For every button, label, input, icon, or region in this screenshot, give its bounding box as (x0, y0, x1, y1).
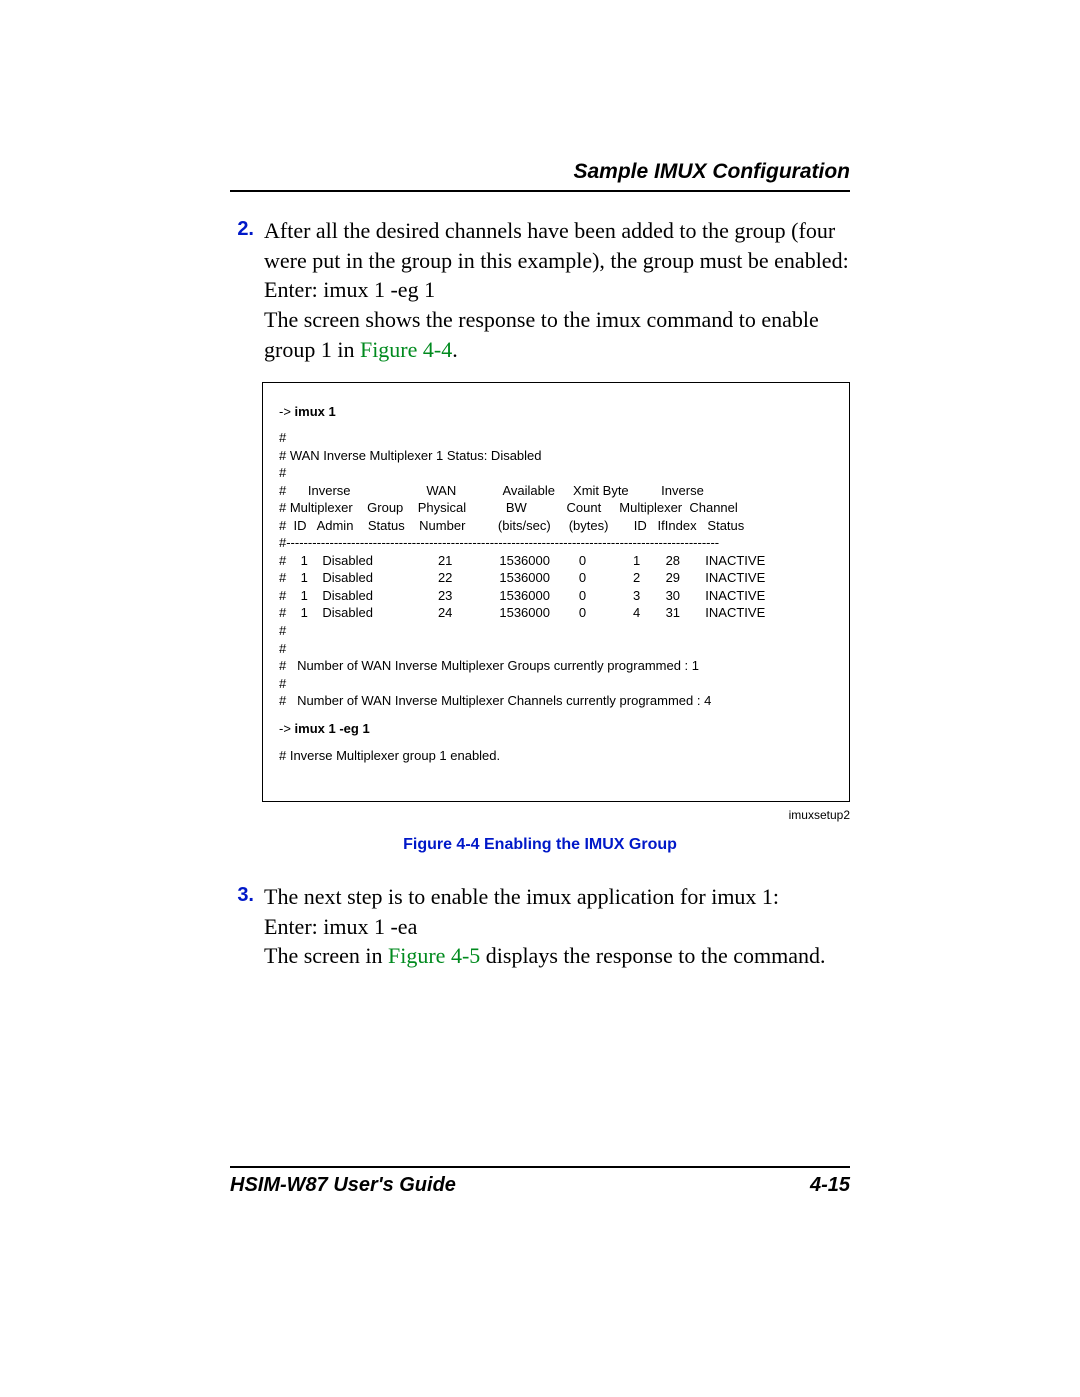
step-2-para2-post: . (452, 337, 458, 362)
table-header: # Inverse WAN Available Xmit Byte Invers… (279, 482, 833, 552)
step-2-number: 2. (230, 216, 254, 364)
section-header: Sample IMUX Configuration (230, 160, 850, 192)
step-3-cmd: Enter: imux 1 -ea (264, 914, 417, 939)
figure-4-4-caption: Figure 4-4 Enabling the IMUX Group (230, 836, 850, 854)
step-2-para1: After all the desired channels have been… (264, 218, 849, 273)
step-3-number: 3. (230, 882, 254, 971)
table-row: # 1 Disabled 22 1536000 0 2 29 INACTIVE (279, 569, 833, 587)
prompt-1-pre: -> (279, 404, 295, 419)
table-row: # 1 Disabled 23 1536000 0 3 30 INACTIVE (279, 587, 833, 605)
step-3-body: The next step is to enable the imux appl… (264, 882, 850, 971)
page: Sample IMUX Configuration 2. After all t… (0, 0, 1080, 1397)
footer-page-number: 4-15 (810, 1174, 850, 1197)
step-2-body: After all the desired channels have been… (264, 216, 850, 364)
code-box-label: imuxsetup2 (262, 808, 850, 822)
footer-guide-title: HSIM-W87 User's Guide (230, 1174, 456, 1197)
prompt-1-cmd: imux 1 (295, 404, 336, 419)
prompt-2: -> imux 1 -eg 1 (279, 720, 833, 738)
groups-line: # # # Number of WAN Inverse Multiplexer … (279, 622, 833, 692)
table-row: # 1 Disabled 24 1536000 0 4 31 INACTIVE (279, 604, 833, 622)
terminal-output-box: -> imux 1 # # WAN Inverse Multiplexer 1 … (262, 382, 850, 801)
step-2-para2-pre: The screen shows the response to the imu… (264, 307, 819, 362)
figure-4-4-ref: Figure 4-4 (360, 337, 452, 362)
step-3-para2-post: displays the response to the command. (480, 943, 825, 968)
prompt-2-cmd: imux 1 -eg 1 (295, 721, 370, 736)
channels-line: # Number of WAN Inverse Multiplexer Chan… (279, 692, 833, 710)
step-3: 3. The next step is to enable the imux a… (230, 882, 850, 971)
table-row: # 1 Disabled 21 1536000 0 1 28 INACTIVE (279, 552, 833, 570)
step-3-para1: The next step is to enable the imux appl… (264, 884, 779, 909)
step-3-para2-pre: The screen in (264, 943, 388, 968)
figure-4-5-ref: Figure 4-5 (388, 943, 480, 968)
page-footer: HSIM-W87 User's Guide 4-15 (230, 1166, 850, 1197)
prompt-2-pre: -> (279, 721, 295, 736)
result-line: # Inverse Multiplexer group 1 enabled. (279, 747, 833, 765)
prompt-1: -> imux 1 (279, 403, 833, 421)
step-2: 2. After all the desired channels have b… (230, 216, 850, 364)
step-2-cmd: Enter: imux 1 -eg 1 (264, 277, 435, 302)
status-block: # # WAN Inverse Multiplexer 1 Status: Di… (279, 429, 833, 482)
